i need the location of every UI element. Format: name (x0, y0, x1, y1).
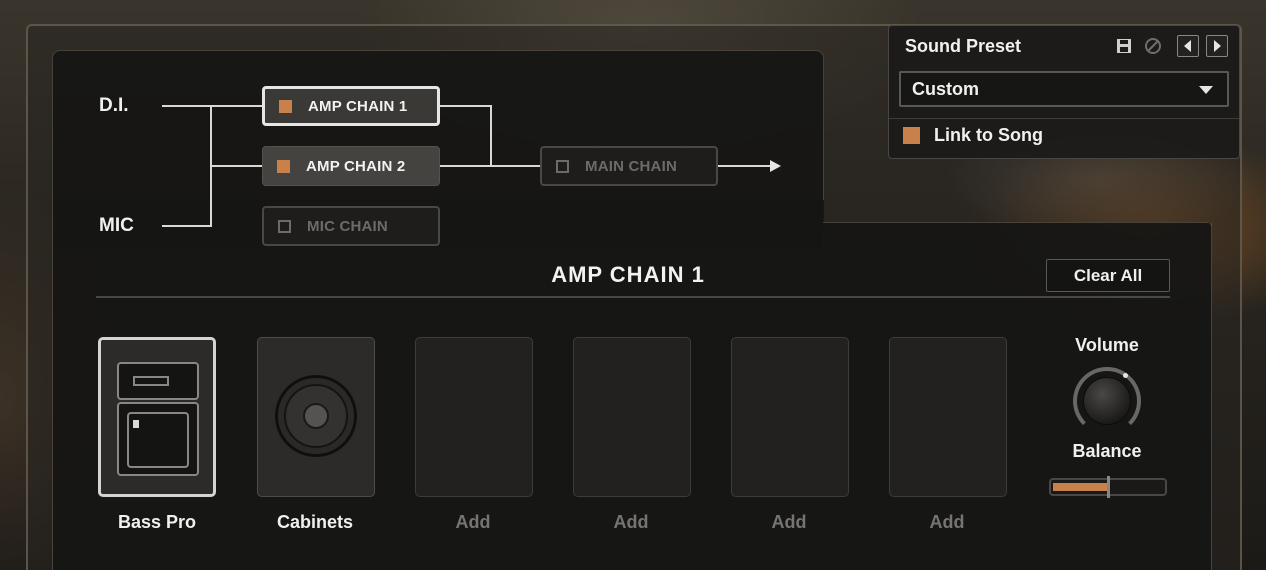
wire (490, 105, 492, 167)
preset-title: Sound Preset (905, 36, 1022, 56)
balance-center-mark (1107, 476, 1110, 498)
wire (162, 225, 212, 227)
wire (440, 105, 492, 107)
knob-body (1083, 377, 1131, 425)
slot-empty[interactable] (731, 337, 849, 497)
amp-chain-2-button[interactable]: AMP CHAIN 2 (262, 146, 440, 186)
slot-label: Bass Pro (117, 512, 197, 532)
cancel-icon[interactable] (1144, 37, 1162, 55)
amp-chain-1-button[interactable]: AMP CHAIN 1 (262, 86, 440, 126)
enable-indicator[interactable] (556, 159, 569, 173)
chain-label: MAIN CHAIN (585, 157, 677, 175)
balance-fill (1053, 483, 1108, 491)
panel-notch (823, 222, 1212, 226)
save-icon[interactable] (1115, 37, 1133, 55)
volume-label: Volume (1075, 335, 1139, 355)
knob-indicator (1123, 373, 1128, 378)
wire (718, 165, 774, 167)
mic-chain-button[interactable]: MIC CHAIN (262, 206, 440, 246)
prev-preset-icon[interactable] (1177, 35, 1199, 57)
preset-select-value: Custom (912, 78, 979, 99)
link-label: Link to Song (934, 125, 1043, 145)
chevron-down-icon (1199, 86, 1213, 94)
slot-label: Add (929, 512, 965, 532)
slot-amp[interactable] (98, 337, 216, 497)
next-preset-icon[interactable] (1206, 35, 1228, 57)
slot-empty[interactable] (889, 337, 1007, 497)
main-chain-button[interactable]: MAIN CHAIN (540, 146, 718, 186)
wire (210, 165, 262, 167)
wire (162, 105, 262, 107)
enable-indicator[interactable] (277, 159, 290, 173)
sound-preset-panel: Sound Preset Custom Link to Song (888, 25, 1240, 159)
output-arrow-icon (770, 160, 781, 172)
balance-slider[interactable] (1049, 476, 1167, 498)
amp-icon (117, 362, 199, 476)
input-label-mic: MIC (99, 215, 134, 236)
volume-knob[interactable] (1073, 367, 1141, 435)
speaker-icon (275, 375, 357, 457)
chain-label: MIC CHAIN (307, 217, 388, 235)
slot-label: Add (613, 512, 649, 532)
chain-label: AMP CHAIN 1 (308, 97, 408, 115)
enable-indicator[interactable] (278, 219, 291, 233)
link-to-song-toggle[interactable]: Link to Song (903, 125, 1043, 146)
divider (889, 118, 1239, 119)
slot-cabinet[interactable] (257, 337, 375, 497)
preset-select[interactable]: Custom (899, 71, 1229, 107)
clear-all-button[interactable]: Clear All (1046, 259, 1170, 292)
slot-label: Add (455, 512, 491, 532)
chain-label: AMP CHAIN 2 (306, 157, 406, 175)
enable-indicator[interactable] (279, 99, 292, 113)
chain-title: AMP CHAIN 1 (551, 262, 705, 287)
slot-empty[interactable] (573, 337, 691, 497)
balance-label: Balance (1072, 441, 1142, 461)
wire (440, 165, 540, 167)
slot-empty[interactable] (415, 337, 533, 497)
link-checkbox[interactable] (903, 127, 920, 144)
divider (96, 296, 1170, 298)
slot-label: Add (771, 512, 807, 532)
input-label-di: D.I. (99, 95, 129, 116)
slot-label: Cabinets (276, 512, 354, 532)
